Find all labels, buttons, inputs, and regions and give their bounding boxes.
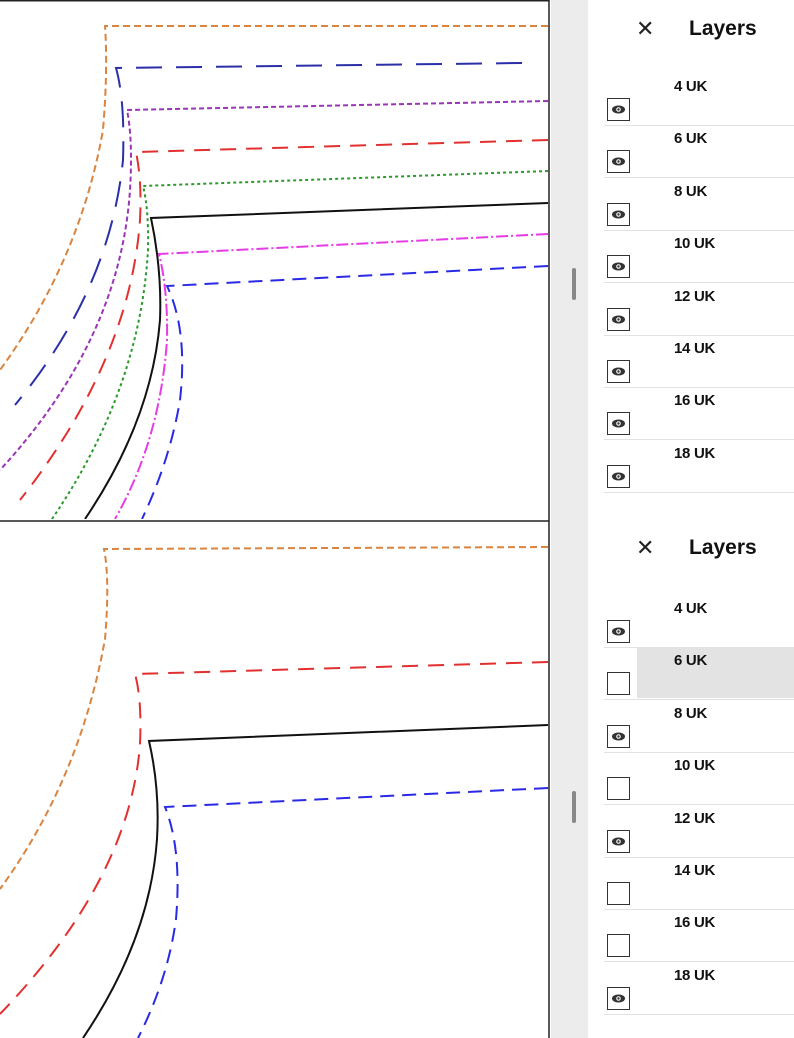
- splitter[interactable]: [551, 0, 588, 519]
- visibility-toggle[interactable]: [607, 882, 630, 905]
- layer-row-6uk[interactable]: 6 UK: [604, 648, 794, 701]
- layer-row-6uk[interactable]: 6 UK: [604, 126, 794, 179]
- row-highlight: [637, 648, 794, 699]
- panel-title: Layers: [689, 17, 757, 40]
- layer-label: 6 UK: [674, 652, 707, 670]
- layer-row-8uk[interactable]: 8 UK: [604, 179, 794, 231]
- layer-row-12uk[interactable]: 12 UK: [604, 284, 794, 336]
- layer-line-18uk: [137, 787, 549, 1038]
- splitter-handle[interactable]: [572, 791, 576, 823]
- visibility-toggle[interactable]: [607, 934, 630, 958]
- visibility-toggle[interactable]: [607, 412, 630, 436]
- layer-row-10uk[interactable]: 10 UK: [604, 231, 794, 284]
- layer-line-4uk: [0, 546, 549, 890]
- layer-label: 14 UK: [674, 340, 716, 357]
- pattern-canvas[interactable]: [0, 519, 550, 1038]
- layer-row-4uk[interactable]: 4 UK: [604, 596, 794, 648]
- visibility-toggle[interactable]: [607, 202, 630, 226]
- layer-label: 10 UK: [674, 757, 716, 775]
- layer-label: 14 UK: [674, 862, 716, 879]
- layer-label: 6 UK: [674, 130, 707, 148]
- panel-header: ✕ Layers: [588, 0, 794, 62]
- visibility-toggle[interactable]: [607, 620, 630, 643]
- layer-label: 4 UK: [674, 78, 707, 95]
- visibility-toggle[interactable]: [607, 150, 630, 174]
- layer-row-16uk[interactable]: 16 UK: [604, 910, 794, 963]
- pattern-drawing: [0, 0, 550, 519]
- layer-label: 16 UK: [674, 914, 716, 932]
- visibility-toggle[interactable]: [607, 360, 630, 383]
- top-view: ✕ Layers 4 UK 6 UK 8 UK 10 UK 12 UK 14 UK 16 U…: [0, 0, 794, 519]
- visibility-toggle[interactable]: [607, 777, 630, 801]
- layer-label: 10 UK: [674, 235, 716, 253]
- layer-label: 12 UK: [674, 287, 716, 305]
- layer-row-14uk[interactable]: 14 UK: [604, 858, 794, 910]
- pattern-canvas[interactable]: [0, 0, 550, 519]
- layer-label: 4 UK: [674, 600, 707, 617]
- layer-row-18uk[interactable]: 18 UK: [604, 441, 794, 493]
- visibility-toggle[interactable]: [607, 724, 630, 748]
- panel-header: ✕ Layers: [588, 519, 794, 581]
- close-icon[interactable]: ✕: [636, 537, 654, 559]
- layer-label: 8 UK: [674, 704, 707, 722]
- layer-line-12uk: [82, 724, 549, 1038]
- visibility-toggle[interactable]: [607, 986, 630, 1010]
- splitter[interactable]: [551, 519, 588, 1038]
- layer-row-4uk[interactable]: 4 UK: [604, 74, 794, 126]
- layer-row-10uk[interactable]: 10 UK: [604, 753, 794, 806]
- layers-panel-bottom: ✕ Layers 4 UK 6 UK 8 UK 10 UK 12 UK 14 UK 16 U…: [588, 519, 794, 1038]
- visibility-toggle[interactable]: [607, 307, 630, 331]
- visibility-toggle[interactable]: [607, 255, 630, 279]
- layer-line-8uk: [0, 661, 549, 1015]
- layer-row-18uk[interactable]: 18 UK: [604, 963, 794, 1015]
- splitter-handle[interactable]: [572, 268, 576, 300]
- layer-label: 18 UK: [674, 444, 716, 462]
- bottom-view: ✕ Layers 4 UK 6 UK 8 UK 10 UK 12 UK 14 UK 16 U…: [0, 519, 794, 1038]
- layer-row-16uk[interactable]: 16 UK: [604, 388, 794, 441]
- layer-label: 12 UK: [674, 809, 716, 827]
- layers-panel-top: ✕ Layers 4 UK 6 UK 8 UK 10 UK 12 UK 14 UK 16 U…: [588, 0, 794, 519]
- layer-row-14uk[interactable]: 14 UK: [604, 336, 794, 388]
- layer-row-12uk[interactable]: 12 UK: [604, 806, 794, 858]
- visibility-toggle[interactable]: [607, 98, 630, 121]
- layer-label: 8 UK: [674, 182, 707, 200]
- visibility-toggle[interactable]: [607, 672, 630, 696]
- layer-row-8uk[interactable]: 8 UK: [604, 701, 794, 753]
- layer-label: 18 UK: [674, 966, 716, 984]
- visibility-toggle[interactable]: [607, 464, 630, 488]
- layer-label: 16 UK: [674, 392, 716, 410]
- panel-title: Layers: [689, 536, 757, 559]
- close-icon[interactable]: ✕: [636, 18, 654, 40]
- visibility-toggle[interactable]: [607, 829, 630, 853]
- pattern-drawing: [0, 519, 550, 1038]
